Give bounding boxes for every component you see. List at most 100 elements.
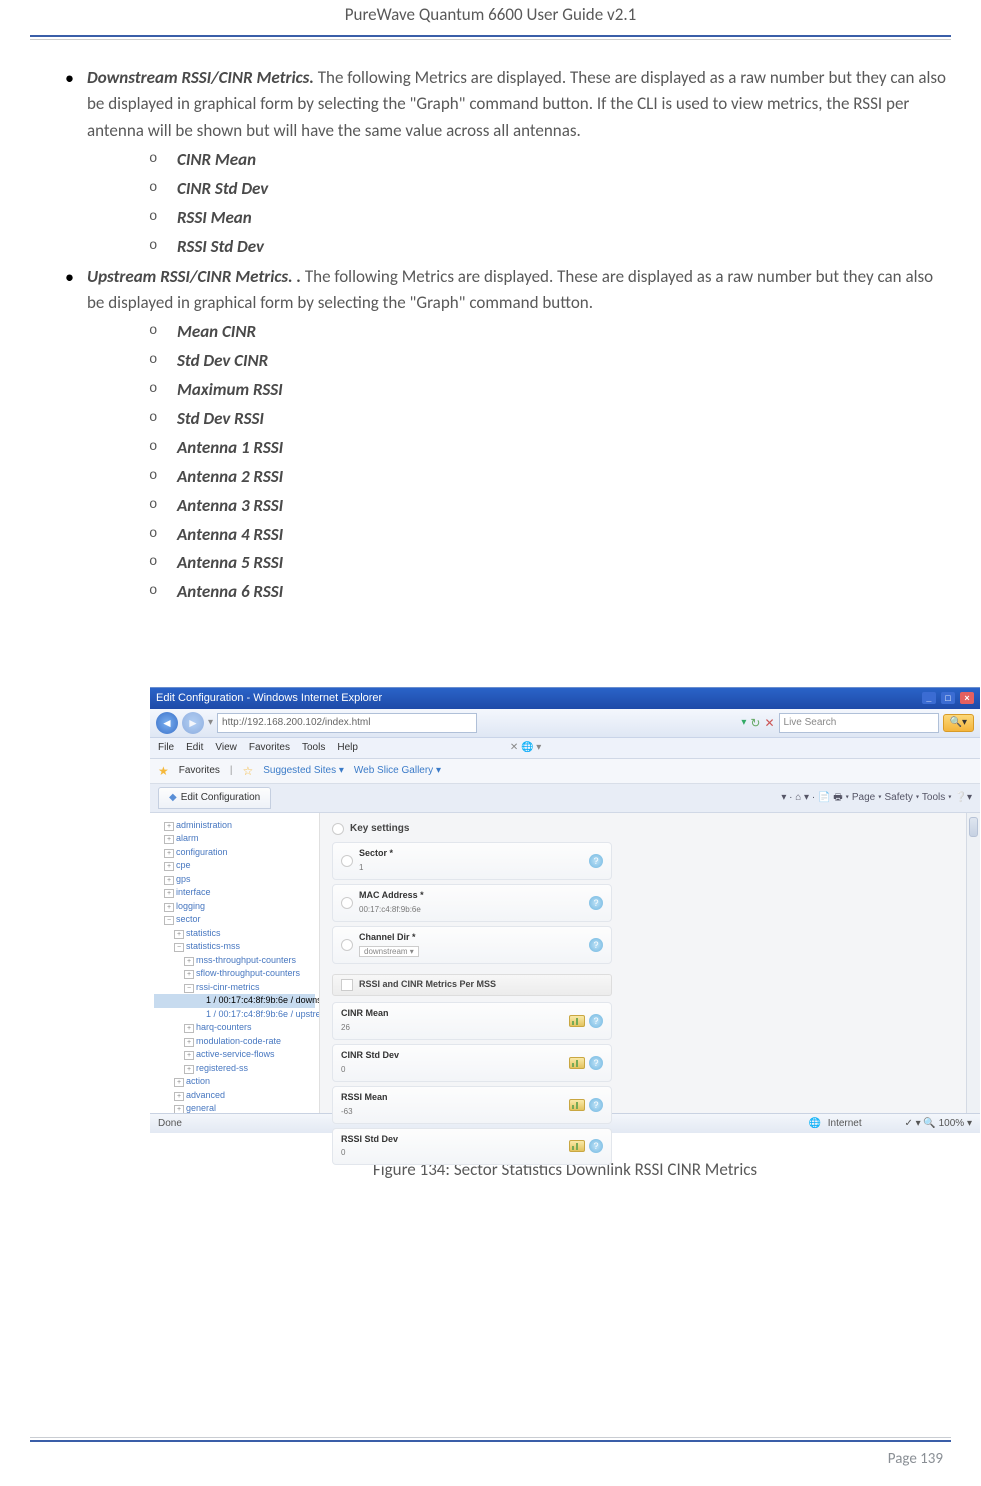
key-icon [341,855,353,867]
menu-edit[interactable]: Edit [186,740,203,756]
key-icon [341,939,353,951]
graph-button[interactable] [569,1015,585,1027]
metric-row: CINR Std Dev0? [332,1044,612,1082]
browser-window: Edit Configuration - Windows Internet Ex… [150,687,980,1133]
bullet-upstream: Upstream RSSI/CINR Metrics. . The follow… [65,264,951,608]
address-bar: ◄ ► ▾ http://192.168.200.102/index.html … [150,709,980,738]
suggested-sites-link[interactable]: Suggested Sites ▾ [263,763,344,779]
tree-node[interactable]: +sflow-throughput-counters [154,967,315,981]
menu-bar: File Edit View Favorites Tools Help ✕ 🌐 … [150,738,980,759]
url-field[interactable]: http://192.168.200.102/index.html [217,713,477,733]
nav-tree[interactable]: +administration+alarm+configuration+cpe+… [150,813,320,1113]
sub-item: Std Dev RSSI [149,405,951,434]
menu-help[interactable]: Help [337,740,358,756]
forward-button[interactable]: ► [182,712,204,734]
help-icon[interactable]: ? [589,1139,603,1153]
body-content: Downstream RSSI/CINR Metrics. The follow… [30,37,951,1184]
tab-tools[interactable]: ▾ · ⌂ ▾ · 📄 🖶 ▾ Page ▾ Safety ▾ Tools ▾ … [781,790,972,806]
page-number: Page 139 [888,1450,943,1468]
graph-button[interactable] [569,1057,585,1069]
back-button[interactable]: ◄ [156,712,178,734]
page-header: PureWave Quantum 6600 User Guide v2.1 [30,0,951,37]
footer-rule [30,1437,951,1438]
help-icon[interactable]: ? [589,896,603,910]
key-icon [341,897,353,909]
vertical-scrollbar[interactable] [966,813,980,1113]
lead-upstream: Upstream RSSI/CINR Metrics. . [87,266,301,287]
help-icon[interactable]: ? [589,854,603,868]
titlebar: Edit Configuration - Windows Internet Ex… [150,688,980,709]
sub-item: CINR Mean [149,146,951,175]
menu-file[interactable]: File [158,740,174,756]
menu-favorites[interactable]: Favorites [249,740,290,756]
tree-node[interactable]: +alarm [154,832,315,846]
tree-node[interactable]: +active-service-flows [154,1048,315,1062]
tree-node[interactable]: +statistics [154,927,315,941]
key-row: Channel Dir *downstream ▾? [332,926,612,964]
menu-tools[interactable]: Tools [302,740,325,756]
tree-node[interactable]: −statistics-mss [154,940,315,954]
help-icon[interactable]: ? [589,1014,603,1028]
tree-node[interactable]: −rssi-cinr-metrics [154,981,315,995]
sub-item: CINR Std Dev [149,175,951,204]
sub-item: Std Dev CINR [149,347,951,376]
tree-node[interactable]: 1 / 00:17:c4:8f:9b:6e / downstream [154,994,315,1008]
tree-node[interactable]: +harq-counters [154,1021,315,1035]
help-icon[interactable]: ? [589,1056,603,1070]
tree-node[interactable]: +logging [154,900,315,914]
tree-node[interactable]: +action [154,1075,315,1089]
search-go-button[interactable]: 🔍▾ [943,714,974,732]
status-text: Done [158,1116,182,1132]
key-icon [332,823,344,835]
search-field[interactable]: Live Search [779,713,939,733]
tab-bar: ◆ Edit Configuration ▾ · ⌂ ▾ · 📄 🖶 ▾ Pag… [150,784,980,813]
tree-node[interactable]: +general [154,1102,315,1113]
sub-item: RSSI Std Dev [149,233,951,262]
sub-item: Antenna 5 RSSI [149,549,951,578]
menu-view[interactable]: View [215,740,237,756]
sub-item: Mean CINR [149,318,951,347]
tree-node[interactable]: +gps [154,873,315,887]
sub-item: Antenna 6 RSSI [149,578,951,607]
app-area: +administration+alarm+configuration+cpe+… [150,813,980,1113]
bullet-downstream: Downstream RSSI/CINR Metrics. The follow… [65,65,951,262]
maximize-button[interactable]: □ [941,692,955,704]
sub-item: Antenna 1 RSSI [149,434,951,463]
doc-title: PureWave Quantum 6600 User Guide v2.1 [345,4,637,25]
sub-item: Antenna 3 RSSI [149,492,951,521]
metric-row: CINR Mean26? [332,1002,612,1040]
tree-node[interactable]: +advanced [154,1089,315,1103]
screenshot-figure: Edit Configuration - Windows Internet Ex… [150,687,980,1183]
graph-button[interactable] [569,1140,585,1152]
key-settings-header: Key settings [332,821,968,837]
minimize-button[interactable]: _ [922,692,936,704]
help-icon[interactable]: ? [589,938,603,952]
key-row: Sector *1? [332,842,612,880]
sub-item: Antenna 4 RSSI [149,521,951,550]
sub-item: RSSI Mean [149,204,951,233]
tree-node[interactable]: −sector [154,913,315,927]
main-panel: Key settings Sector *1?MAC Address *00:1… [320,813,980,1113]
favorites-label[interactable]: Favorites [179,763,220,779]
sub-item: Maximum RSSI [149,376,951,405]
metrics-section-header: RSSI and CINR Metrics Per MSS [332,974,612,996]
window-buttons: _ □ × [920,690,974,707]
tree-node[interactable]: +interface [154,886,315,900]
tree-node[interactable]: +administration [154,819,315,833]
star-icon: ★ [158,762,169,781]
tree-node[interactable]: +configuration [154,846,315,860]
webslice-link[interactable]: Web Slice Gallery ▾ [354,763,441,779]
tree-node[interactable]: +registered-ss [154,1062,315,1076]
window-title: Edit Configuration - Windows Internet Ex… [156,690,382,707]
tree-node[interactable]: +modulation-code-rate [154,1035,315,1049]
help-icon[interactable]: ? [589,1098,603,1112]
close-button[interactable]: × [960,692,974,704]
tree-node[interactable]: +cpe [154,859,315,873]
graph-button[interactable] [569,1099,585,1111]
lead-downstream: Downstream RSSI/CINR Metrics. [87,67,314,88]
tree-node[interactable]: 1 / 00:17:c4:8f:9b:6e / upstream [154,1008,315,1022]
tab-edit-configuration[interactable]: ◆ Edit Configuration [158,787,271,809]
tree-node[interactable]: +mss-throughput-counters [154,954,315,968]
grid-icon [341,979,353,991]
metric-row: RSSI Std Dev0? [332,1128,612,1166]
